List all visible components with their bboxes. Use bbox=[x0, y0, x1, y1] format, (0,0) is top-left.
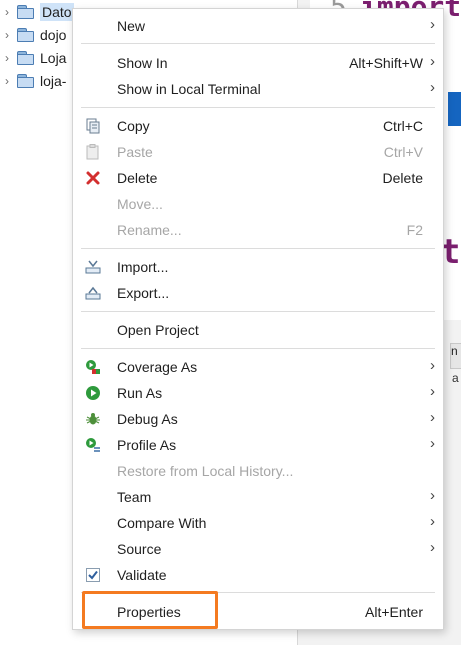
chevron-right-icon[interactable]: › bbox=[0, 28, 14, 42]
copy-icon bbox=[85, 118, 101, 134]
menu-shortcut: Alt+Enter bbox=[365, 604, 423, 620]
menu-item-show-in[interactable]: Show In Alt+Shift+W › bbox=[73, 51, 443, 75]
menu-item-new[interactable]: New › bbox=[73, 14, 443, 38]
menu-shortcut: Delete bbox=[382, 170, 423, 186]
menu-item-label: Validate bbox=[117, 567, 167, 583]
menu-item-label: Source bbox=[117, 541, 162, 557]
submenu-arrow-icon: › bbox=[430, 513, 435, 530]
menu-item-label: Paste bbox=[117, 144, 153, 160]
tree-item-dojo[interactable]: › dojo bbox=[0, 24, 66, 46]
delete-icon bbox=[85, 170, 101, 186]
menu-separator bbox=[81, 107, 435, 108]
menu-item-open-project[interactable]: Open Project bbox=[73, 318, 443, 342]
folder-icon bbox=[17, 5, 35, 19]
menu-item-label: Profile As bbox=[117, 437, 177, 453]
menu-item-source[interactable]: Source › bbox=[73, 537, 443, 561]
menu-separator bbox=[81, 348, 435, 349]
menu-item-label: Export... bbox=[117, 285, 170, 301]
menu-item-profile-as[interactable]: Profile As › bbox=[73, 433, 443, 457]
menu-separator bbox=[81, 43, 435, 44]
folder-icon bbox=[17, 74, 35, 88]
menu-item-label: Run As bbox=[117, 385, 163, 401]
properties-highlight-annotation bbox=[82, 591, 218, 629]
menu-item-show-in-local-terminal[interactable]: Show in Local Terminal › bbox=[73, 77, 443, 101]
tree-item-loja-2[interactable]: › loja- bbox=[0, 70, 66, 92]
menu-item-label: Open Project bbox=[117, 322, 199, 338]
menu-item-export[interactable]: Export... bbox=[73, 281, 443, 305]
menu-item-compare-with[interactable]: Compare With › bbox=[73, 511, 443, 535]
context-menu: New › Show In Alt+Shift+W › Show in Loca… bbox=[72, 8, 444, 630]
chevron-right-icon[interactable]: › bbox=[0, 51, 14, 65]
editor-scroll-marker bbox=[448, 92, 461, 126]
project-explorer-tree: › Dato › dojo › Loja › loja- bbox=[0, 0, 78, 645]
menu-item-label: Coverage As bbox=[117, 359, 198, 375]
submenu-arrow-icon: › bbox=[430, 435, 435, 452]
submenu-arrow-icon: › bbox=[430, 539, 435, 556]
menu-item-copy[interactable]: Copy Ctrl+C bbox=[73, 114, 443, 138]
menu-separator bbox=[81, 248, 435, 249]
submenu-arrow-icon: › bbox=[430, 409, 435, 426]
submenu-arrow-icon: › bbox=[430, 53, 435, 70]
chevron-right-icon[interactable]: › bbox=[0, 5, 14, 19]
menu-shortcut: Alt+Shift+W bbox=[349, 55, 423, 71]
menu-item-rename[interactable]: Rename... F2 bbox=[73, 218, 443, 242]
run-icon bbox=[85, 385, 101, 401]
menu-item-move[interactable]: Move... bbox=[73, 192, 443, 216]
folder-icon bbox=[17, 28, 35, 42]
menu-shortcut: F2 bbox=[406, 222, 423, 238]
tree-item-dato[interactable]: › Dato bbox=[0, 1, 74, 23]
tree-item-loja[interactable]: › Loja bbox=[0, 47, 66, 69]
import-icon bbox=[85, 259, 101, 275]
checkmark-icon bbox=[85, 567, 101, 583]
submenu-arrow-icon: › bbox=[430, 487, 435, 504]
menu-item-label: Copy bbox=[117, 118, 150, 134]
menu-item-run-as[interactable]: Run As › bbox=[73, 381, 443, 405]
menu-item-label: Compare With bbox=[117, 515, 207, 531]
export-icon bbox=[85, 285, 101, 301]
menu-item-coverage-as[interactable]: Coverage As › bbox=[73, 355, 443, 379]
menu-item-team[interactable]: Team › bbox=[73, 485, 443, 509]
coverage-icon bbox=[85, 359, 101, 375]
menu-item-debug-as[interactable]: Debug As › bbox=[73, 407, 443, 431]
submenu-arrow-icon: › bbox=[430, 79, 435, 96]
menu-item-delete[interactable]: Delete Delete bbox=[73, 166, 443, 190]
menu-shortcut: Ctrl+C bbox=[382, 118, 423, 134]
menu-item-restore-from-local-history[interactable]: Restore from Local History... bbox=[73, 459, 443, 483]
menu-item-label: Rename... bbox=[117, 222, 182, 238]
bug-icon bbox=[85, 411, 101, 427]
menu-item-label: Import... bbox=[117, 259, 169, 275]
paste-icon bbox=[85, 144, 101, 160]
tree-item-label: loja- bbox=[40, 73, 67, 89]
menu-item-label: Show In bbox=[117, 55, 168, 71]
folder-icon bbox=[17, 51, 35, 65]
profile-icon bbox=[85, 437, 101, 453]
menu-shortcut: Ctrl+V bbox=[383, 144, 423, 160]
menu-item-label: Debug As bbox=[117, 411, 178, 427]
menu-item-label: Move... bbox=[117, 196, 163, 212]
editor-panel-text: a bbox=[452, 371, 459, 385]
tree-item-label: dojo bbox=[40, 27, 67, 43]
editor-panel-tab[interactable]: n bbox=[450, 343, 461, 369]
submenu-arrow-icon: › bbox=[430, 357, 435, 374]
chevron-right-icon[interactable]: › bbox=[0, 74, 14, 88]
menu-item-label: New bbox=[117, 18, 146, 34]
submenu-arrow-icon: › bbox=[430, 16, 435, 33]
menu-item-label: Restore from Local History... bbox=[117, 463, 294, 479]
menu-item-paste[interactable]: Paste Ctrl+V bbox=[73, 140, 443, 164]
menu-item-label: Team bbox=[117, 489, 152, 505]
menu-separator bbox=[81, 311, 435, 312]
tree-item-label: Dato bbox=[40, 3, 74, 21]
tree-item-label: Loja bbox=[40, 50, 67, 66]
menu-item-label: Show in Local Terminal bbox=[117, 81, 261, 97]
menu-item-import[interactable]: Import... bbox=[73, 255, 443, 279]
submenu-arrow-icon: › bbox=[430, 383, 435, 400]
menu-item-label: Delete bbox=[117, 170, 158, 186]
menu-item-validate[interactable]: Validate bbox=[73, 563, 443, 587]
